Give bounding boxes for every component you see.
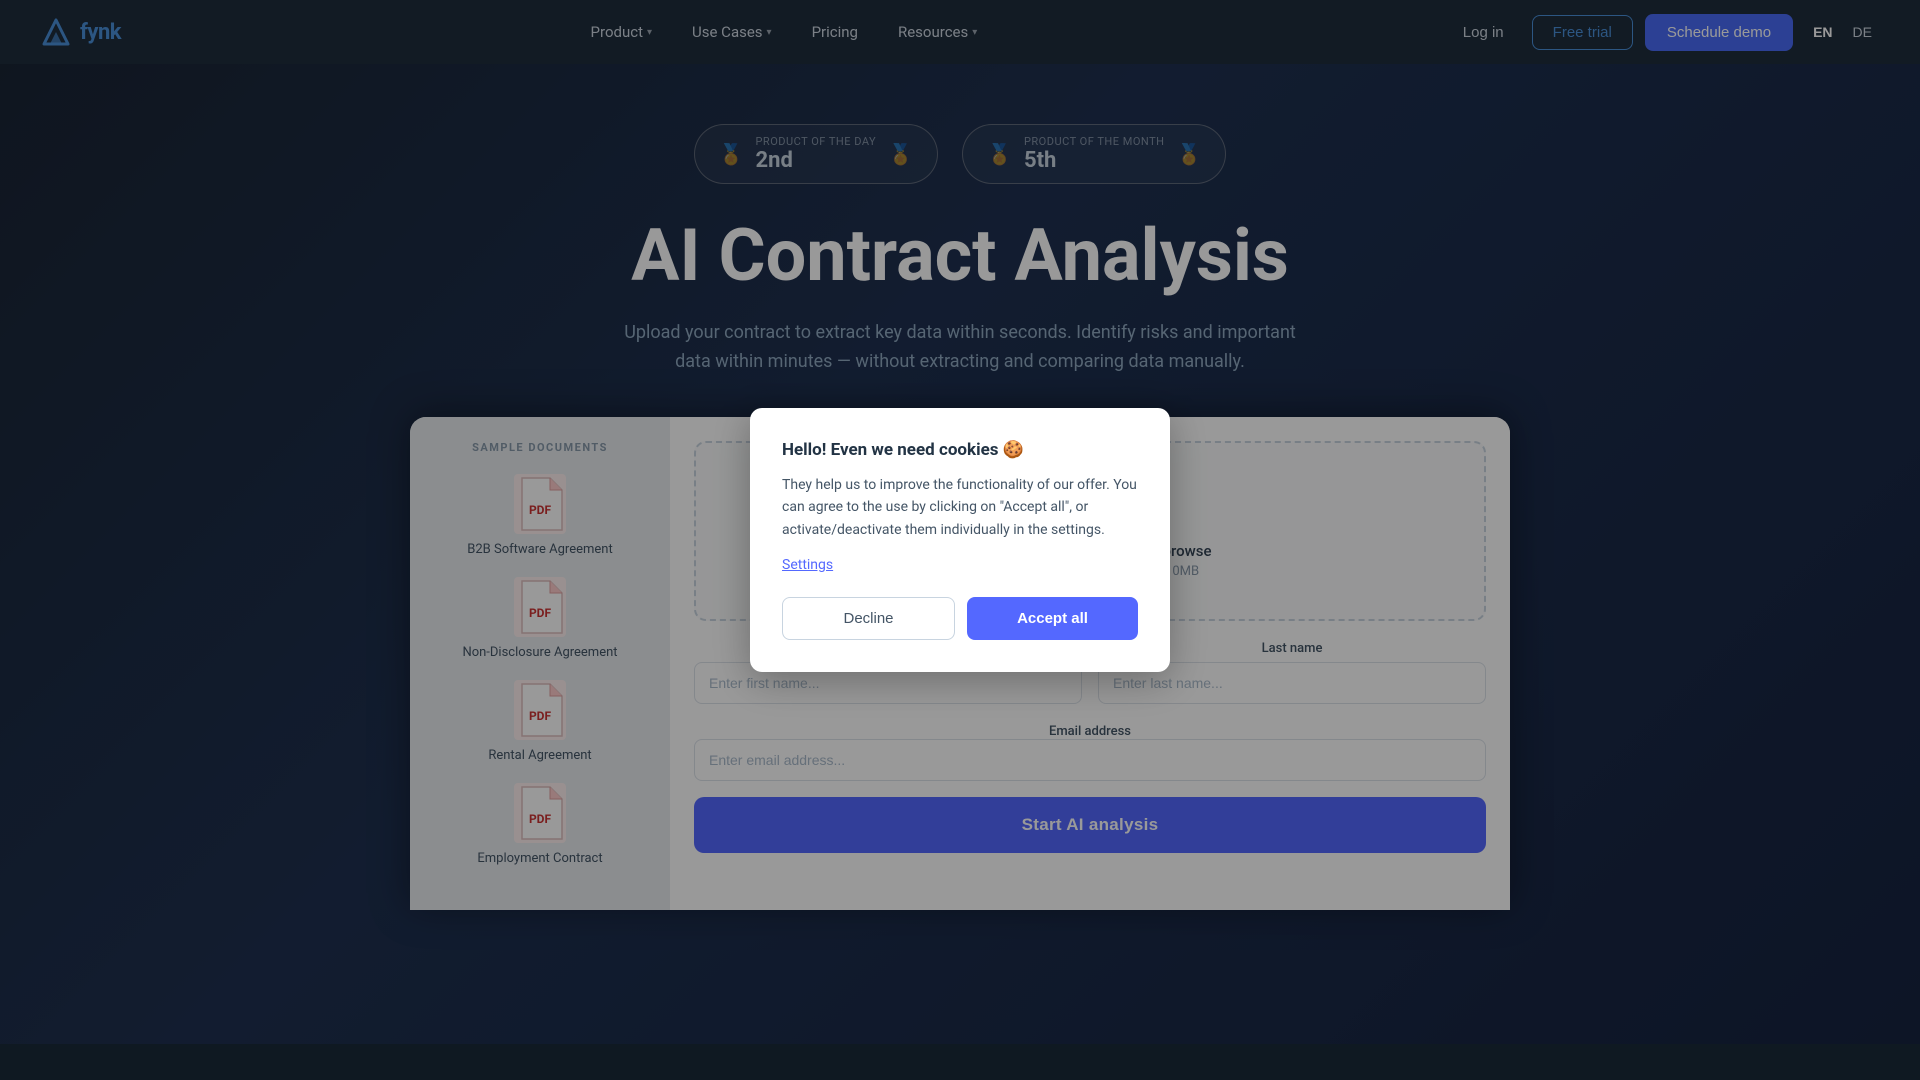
cookie-buttons: Decline Accept all xyxy=(782,597,1138,640)
accept-all-button[interactable]: Accept all xyxy=(967,597,1138,640)
cookie-modal: Hello! Even we need cookies 🍪 They help … xyxy=(750,408,1170,672)
cookie-title: Hello! Even we need cookies 🍪 xyxy=(782,440,1138,460)
decline-button[interactable]: Decline xyxy=(782,597,955,640)
cookie-overlay: Hello! Even we need cookies 🍪 They help … xyxy=(0,0,1920,1080)
cookie-settings-link[interactable]: Settings xyxy=(782,557,1138,573)
cookie-body: They help us to improve the functionalit… xyxy=(782,474,1138,541)
